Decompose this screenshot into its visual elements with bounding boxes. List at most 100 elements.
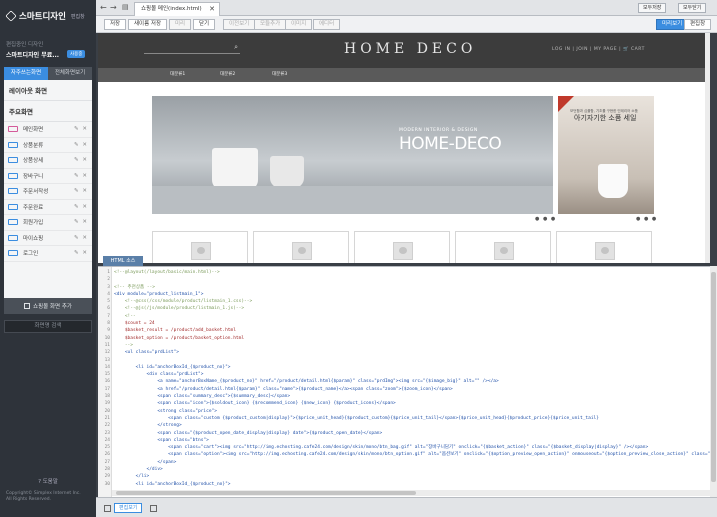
- html-source-tab[interactable]: HTML 소스: [103, 256, 143, 266]
- edit-delete-icons[interactable]: ✎ ✕: [74, 157, 88, 163]
- code-line[interactable]: 20 <strong class="price">: [105, 408, 710, 415]
- code-line[interactable]: 3 <!-- 추천상품 -->: [107, 284, 710, 291]
- scroll-thumb[interactable]: [711, 272, 716, 482]
- code-line[interactable]: 12 <ul class="prdList">: [105, 349, 710, 356]
- side-banner-cup: [598, 164, 628, 198]
- sidebar-item-module[interactable]: 주문서작성 ✎ ✕: [4, 184, 92, 200]
- edit-delete-icons[interactable]: ✎ ✕: [74, 235, 88, 241]
- code-line[interactable]: 4 <div module="product_listmain_1">: [107, 291, 710, 298]
- banner-pager-dots[interactable]: ● ● ●: [535, 216, 556, 222]
- edit-delete-icons[interactable]: ✎ ✕: [74, 173, 88, 179]
- current-shop-name[interactable]: 스마트디자인 무료...: [6, 50, 59, 59]
- save-as-button[interactable]: 새이름 저장: [128, 19, 168, 30]
- preview-menu-item[interactable]: 대분류1: [170, 71, 185, 77]
- sidebar-item-module[interactable]: 메인화면 ✎ ✕: [4, 122, 92, 138]
- code-line[interactable]: 1 <!--@layout(/layout/basic/main.html)-->: [107, 269, 710, 276]
- code-line[interactable]: 8 $count = 24: [107, 320, 710, 327]
- sidebar-item-module[interactable]: 마이쇼핑 ✎ ✕: [4, 231, 92, 246]
- sidebar-item-module[interactable]: 상품상세 ✎ ✕: [4, 153, 92, 169]
- sidebar-item-module[interactable]: 상품분류 ✎ ✕: [4, 138, 92, 153]
- save-button[interactable]: 저장: [104, 19, 127, 30]
- code-text: $count = 24: [114, 321, 155, 327]
- product-thumb[interactable]: [455, 231, 551, 263]
- editor-horizontal-scrollbar[interactable]: [112, 490, 710, 496]
- forward-arrow-icon[interactable]: →: [110, 3, 117, 12]
- code-line[interactable]: 28 </div>: [105, 466, 710, 473]
- code-lines[interactable]: 1 <!--@layout(/layout/basic/main.html)-->…: [105, 269, 710, 488]
- layout-screen-title[interactable]: 레이아웃 화면: [4, 80, 92, 101]
- code-line[interactable]: 15 <div class="prdList">: [105, 371, 710, 378]
- code-line[interactable]: 6 <!--@js(/js/module/product/listmain_1.…: [107, 305, 710, 312]
- code-line[interactable]: 29 </li>: [105, 473, 710, 480]
- logo-sub: 편집창: [70, 13, 85, 20]
- code-line[interactable]: 9 $basket_result = /product/add_basket.h…: [107, 327, 710, 334]
- code-line[interactable]: 22 </strong>: [105, 422, 710, 429]
- sidebar-item-module[interactable]: 장바구니 ✎ ✕: [4, 169, 92, 184]
- sidebar-item-module[interactable]: 주문완료 ✎ ✕: [4, 200, 92, 215]
- code-line[interactable]: 18 <span class="summary_desc">{$summary_…: [105, 393, 710, 400]
- code-line[interactable]: 7 <!--: [107, 313, 710, 320]
- screen-search-input[interactable]: 화면명 검색: [4, 320, 92, 333]
- search-icon[interactable]: ⌕: [234, 43, 238, 52]
- close-all-button[interactable]: 모두닫기: [678, 3, 707, 13]
- preview-button[interactable]: 미리: [169, 19, 192, 30]
- product-thumb[interactable]: [152, 231, 248, 263]
- editor-vertical-scrollbar[interactable]: [710, 266, 717, 497]
- close-button[interactable]: 닫기: [193, 19, 216, 30]
- document-tab[interactable]: 쇼핑몰 메인(index.html) ✕: [134, 2, 220, 16]
- editor-button[interactable]: 에디터: [313, 19, 341, 30]
- code-line[interactable]: 11 -->: [105, 342, 710, 349]
- code-line[interactable]: 24 <span class="btns">: [105, 437, 710, 444]
- add-module-button[interactable]: 모듈추가: [254, 19, 287, 30]
- image-button[interactable]: 이미지: [285, 19, 313, 30]
- sidebar-item-module[interactable]: 로그인 ✎ ✕: [4, 246, 92, 262]
- edit-delete-icons[interactable]: ✎ ✕: [74, 204, 88, 210]
- preview-menu-item[interactable]: 대분류2: [220, 71, 235, 77]
- main-banner[interactable]: [152, 96, 553, 214]
- edit-delete-icons[interactable]: ✎ ✕: [74, 142, 88, 148]
- code-line[interactable]: 16 <a name="anchorBoxName_{$product_no}"…: [105, 378, 710, 385]
- code-line[interactable]: 13: [105, 357, 710, 364]
- close-tab-icon[interactable]: ✕: [209, 3, 215, 15]
- preview-util-links[interactable]: LOG IN | JOIN | MY PAGE | 🛒 CART: [552, 47, 645, 52]
- code-line[interactable]: 19 <span class="icon">{$soldout_icon} {$…: [105, 400, 710, 407]
- code-editor[interactable]: 1 <!--@layout(/layout/basic/main.html)-->…: [98, 266, 710, 497]
- edit-mode-button[interactable]: 편집창: [684, 19, 712, 30]
- edit-delete-icons[interactable]: ✎ ✕: [74, 250, 88, 256]
- edit-delete-icons[interactable]: ✎ ✕: [74, 126, 88, 132]
- code-line[interactable]: 30 <li id="anchorBoxId_{$product_no}">: [105, 481, 710, 488]
- preview-search-field[interactable]: ⌕: [144, 43, 240, 54]
- list-icon[interactable]: ▤: [122, 3, 129, 11]
- layout-view-icon[interactable]: [150, 505, 157, 512]
- scroll-thumb[interactable]: [116, 491, 416, 495]
- code-line[interactable]: 17 <a href="/product/detail.html{$param}…: [105, 386, 710, 393]
- edit-delete-icons[interactable]: ✎ ✕: [74, 188, 88, 194]
- add-screen-button[interactable]: 쇼핑몰 화면 추가: [4, 298, 92, 314]
- edit-delete-icons[interactable]: ✎ ✕: [74, 219, 88, 225]
- back-arrow-icon[interactable]: ←: [100, 3, 107, 12]
- code-line[interactable]: 2: [107, 276, 710, 283]
- side-banner-pager-dots[interactable]: ● ● ●: [636, 216, 657, 222]
- prev-view-button[interactable]: 이전보기: [223, 19, 256, 30]
- edit-view-toggle[interactable]: 편집보기: [114, 503, 143, 513]
- product-thumb[interactable]: [354, 231, 450, 263]
- help-link[interactable]: ? 도움말: [0, 477, 96, 485]
- code-line[interactable]: 25 <span class="cart"><img src="http://i…: [105, 444, 710, 451]
- sidebar-item-module[interactable]: 회원가입 ✎ ✕: [4, 215, 92, 231]
- save-all-button[interactable]: 모두저장: [638, 3, 667, 13]
- code-line[interactable]: 26 <span class="option"><img src="http:/…: [105, 451, 710, 458]
- code-line[interactable]: 21 <span class="custom {$product_custom|…: [105, 415, 710, 422]
- tab-all-screens[interactable]: 전체화면보기: [48, 67, 92, 80]
- code-line[interactable]: 14 <li id="anchorBoxId_{$product_no}">: [105, 364, 710, 371]
- code-line[interactable]: 10 $basket_option = /product/basket_opti…: [105, 335, 710, 342]
- preview-menu-item[interactable]: 대분류3: [272, 71, 287, 77]
- code-line[interactable]: 5 <!--@css(/css/module/product/listmain_…: [107, 298, 710, 305]
- product-thumb[interactable]: [253, 231, 349, 263]
- split-view-icon[interactable]: [104, 505, 111, 512]
- preview-logo[interactable]: HOME DECO: [344, 41, 476, 57]
- tab-frequent-screens[interactable]: 자주쓰는화면: [4, 67, 48, 80]
- code-line[interactable]: 23 <span class="{$product_open_date_disp…: [105, 430, 710, 437]
- product-thumb[interactable]: [556, 231, 652, 263]
- preview-scrollbar[interactable]: [705, 33, 710, 263]
- code-line[interactable]: 27 </span>: [105, 459, 710, 466]
